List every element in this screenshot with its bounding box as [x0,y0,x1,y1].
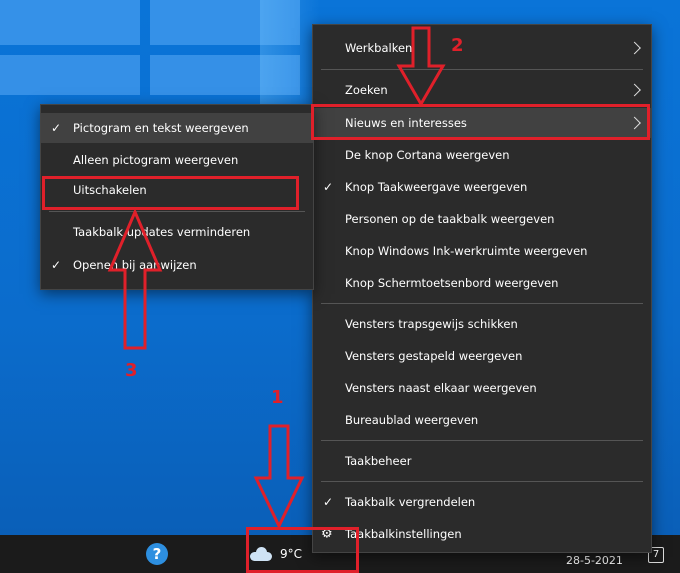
annotation-number: 3 [125,360,138,381]
menu-separator [321,303,643,304]
windows-logo-pane [0,0,140,45]
highlight-box-weather [246,527,359,573]
checkmark-icon: ✓ [51,258,62,272]
checkmark-icon: ✓ [51,121,62,135]
annotation-number: 1 [271,387,284,408]
menu-item-taakbeheer[interactable]: Taakbeheer [313,446,651,476]
windows-logo-pane [0,55,140,95]
menu-item-taakbalkinstellingen[interactable]: ⚙ Taakbalkinstellingen [313,519,651,549]
checkmark-icon: ✓ [323,180,334,194]
menu-separator [321,481,643,482]
menu-item-taakweergave[interactable]: ✓ Knop Taakweergave weergeven [313,172,651,202]
annotation-number: 2 [451,35,464,56]
menu-item-personen[interactable]: Personen op de taakbalk weergeven [313,204,651,234]
menu-item-schermtoetsenbord[interactable]: Knop Schermtoetsenbord weergeven [313,268,651,298]
menu-item-windows-ink[interactable]: Knop Windows Ink-werkruimte weergeven [313,236,651,266]
highlight-box-nieuws [311,104,650,140]
menu-separator [321,440,643,441]
menu-separator [321,69,643,70]
taskbar-date[interactable]: 28-5-2021 [566,554,623,567]
menu-item-werkbalken[interactable]: Werkbalken [313,33,651,63]
submenu-item-icon-only[interactable]: Alleen pictogram weergeven [41,145,313,175]
submenu-item-openen-bij-aanwijzen[interactable]: ✓ Openen bij aanwijzen [41,250,313,280]
menu-item-vergrendelen[interactable]: ✓ Taakbalk vergrendelen [313,487,651,517]
chevron-right-icon [628,83,641,97]
menu-item-bureaublad[interactable]: Bureaublad weergeven [313,405,651,435]
chevron-right-icon [628,41,641,55]
submenu-item-updates-verminderen[interactable]: Taakbalk updates verminderen [41,217,313,247]
checkmark-icon: ✓ [323,495,334,509]
help-icon[interactable]: ? [146,543,168,565]
menu-separator [49,211,305,212]
menu-item-zoeken[interactable]: Zoeken [313,75,651,105]
menu-item-cortana[interactable]: De knop Cortana weergeven [313,140,651,170]
menu-item-naast-elkaar[interactable]: Vensters naast elkaar weergeven [313,373,651,403]
highlight-box-uitschakelen [42,176,299,210]
submenu-item-icon-and-text[interactable]: ✓ Pictogram en tekst weergeven [41,113,313,143]
menu-item-trapsgewijs[interactable]: Vensters trapsgewijs schikken [313,309,651,339]
menu-item-gestapeld[interactable]: Vensters gestapeld weergeven [313,341,651,371]
